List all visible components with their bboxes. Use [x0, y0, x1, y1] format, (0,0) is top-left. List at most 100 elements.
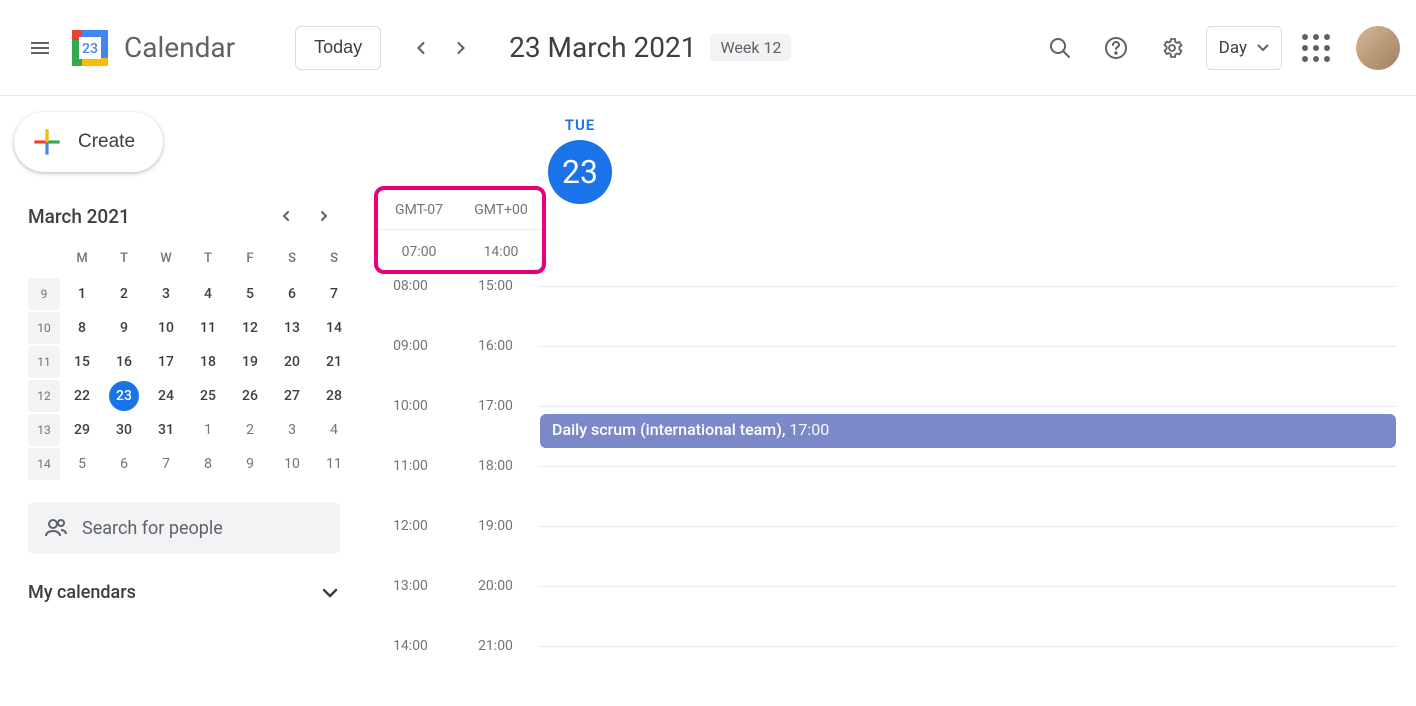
plus-icon	[28, 123, 66, 161]
mini-cal-dow: M	[62, 244, 102, 272]
mini-cal-day[interactable]: 27	[272, 380, 312, 412]
day-of-week: TUE	[548, 116, 612, 134]
header: 23 Calendar Today 23 March 2021 Week 12 …	[0, 0, 1416, 96]
hour-row[interactable]	[538, 646, 1396, 706]
tz1-label: GMT-07	[378, 190, 460, 229]
mini-cal-day[interactable]: 19	[230, 346, 270, 378]
mini-cal-day[interactable]: 18	[188, 346, 228, 378]
day-header[interactable]: TUE 23	[548, 116, 612, 204]
view-label: Day	[1219, 38, 1247, 58]
tz2-hour: 20:00	[453, 578, 538, 594]
mini-cal-day[interactable]: 5	[230, 278, 270, 310]
week-number: 14	[28, 448, 60, 480]
today-button[interactable]: Today	[295, 26, 381, 70]
mini-cal-day[interactable]: 11	[188, 312, 228, 344]
search-button[interactable]	[1038, 26, 1082, 70]
mini-cal-day[interactable]: 11	[314, 448, 354, 480]
mini-cal-day[interactable]: 2	[230, 414, 270, 446]
tz1-hour: 08:00	[368, 278, 453, 294]
mini-cal-title: March 2021	[28, 205, 130, 228]
mini-cal-day[interactable]: 26	[230, 380, 270, 412]
hour-row[interactable]	[538, 286, 1396, 346]
my-calendars-label: My calendars	[28, 582, 136, 603]
mini-cal-day[interactable]: 21	[314, 346, 354, 378]
apps-button[interactable]	[1294, 26, 1338, 70]
main: Create March 2021 MTWTFSS912345671089101…	[0, 96, 1416, 700]
create-button[interactable]: Create	[14, 112, 163, 172]
hour-row[interactable]	[538, 526, 1396, 586]
svg-text:23: 23	[82, 41, 98, 57]
hour-row[interactable]	[538, 346, 1396, 406]
view-selector[interactable]: Day	[1206, 26, 1282, 70]
tz2-hour: 21:00	[453, 638, 538, 654]
mini-cal-prev[interactable]	[270, 200, 302, 232]
header-right: Day	[1038, 26, 1400, 70]
tz2-hour: 18:00	[453, 458, 538, 474]
mini-cal-day[interactable]: 12	[230, 312, 270, 344]
search-people-input[interactable]: Search for people	[28, 502, 340, 554]
settings-button[interactable]	[1150, 26, 1194, 70]
mini-cal-day[interactable]: 8	[188, 448, 228, 480]
mini-cal-day[interactable]: 1	[188, 414, 228, 446]
mini-cal-next[interactable]	[308, 200, 340, 232]
tz1-hour: 12:00	[368, 518, 453, 534]
mini-cal-day[interactable]: 3	[146, 278, 186, 310]
mini-cal-day[interactable]: 17	[146, 346, 186, 378]
date-title: 23 March 2021	[509, 31, 696, 64]
mini-calendar: March 2021 MTWTFSS9123456710891011121314…	[12, 200, 356, 480]
main-menu-button[interactable]	[16, 24, 64, 72]
mini-cal-day[interactable]: 9	[104, 312, 144, 344]
mini-cal-day[interactable]: 20	[272, 346, 312, 378]
mini-cal-day[interactable]: 30	[104, 414, 144, 446]
mini-cal-day[interactable]: 4	[314, 414, 354, 446]
mini-cal-day[interactable]: 10	[272, 448, 312, 480]
mini-cal-day[interactable]: 9	[230, 448, 270, 480]
week-number: 9	[28, 278, 60, 310]
mini-cal-day[interactable]: 23	[104, 380, 144, 412]
tz2-hour: 15:00	[453, 278, 538, 294]
chevron-right-icon	[451, 38, 471, 58]
mini-cal-day[interactable]: 8	[62, 312, 102, 344]
mini-cal-day[interactable]: 29	[62, 414, 102, 446]
mini-cal-day[interactable]: 13	[272, 312, 312, 344]
mini-cal-day[interactable]: 16	[104, 346, 144, 378]
mini-cal-day[interactable]: 25	[188, 380, 228, 412]
calendar-event[interactable]: Daily scrum (international team), 17:00	[540, 414, 1396, 448]
prev-day-button[interactable]	[401, 28, 441, 68]
people-icon	[44, 516, 68, 540]
week-number: 12	[28, 380, 60, 412]
search-people-placeholder: Search for people	[82, 518, 223, 539]
mini-cal-day[interactable]: 14	[314, 312, 354, 344]
gear-icon	[1160, 36, 1184, 60]
mini-cal-day[interactable]: 2	[104, 278, 144, 310]
mini-cal-day[interactable]: 6	[104, 448, 144, 480]
hour-row[interactable]	[538, 586, 1396, 646]
mini-cal-day[interactable]: 15	[62, 346, 102, 378]
mini-cal-day[interactable]: 7	[314, 278, 354, 310]
menu-icon	[28, 36, 52, 60]
timezone-highlight-box: GMT-07 GMT+00 07:00 14:00	[374, 186, 546, 274]
tz1-hour: 13:00	[368, 578, 453, 594]
mini-cal-day[interactable]: 1	[62, 278, 102, 310]
mini-cal-day[interactable]: 6	[272, 278, 312, 310]
mini-cal-day[interactable]: 24	[146, 380, 186, 412]
next-day-button[interactable]	[441, 28, 481, 68]
tz1-first-hour: 07:00	[378, 230, 460, 274]
mini-cal-day[interactable]: 4	[188, 278, 228, 310]
mini-cal-day[interactable]: 31	[146, 414, 186, 446]
help-button[interactable]	[1094, 26, 1138, 70]
mini-cal-day[interactable]: 3	[272, 414, 312, 446]
hour-row[interactable]	[538, 466, 1396, 526]
my-calendars-toggle[interactable]: My calendars	[28, 582, 340, 603]
mini-cal-grid: MTWTFSS912345671089101112131411151617181…	[28, 244, 340, 480]
tz2-label: GMT+00	[460, 190, 542, 229]
tz1-hour: 10:00	[368, 398, 453, 414]
mini-cal-day[interactable]: 7	[146, 448, 186, 480]
mini-cal-day[interactable]: 22	[62, 380, 102, 412]
mini-cal-day[interactable]: 10	[146, 312, 186, 344]
mini-cal-day[interactable]: 28	[314, 380, 354, 412]
avatar[interactable]	[1356, 26, 1400, 70]
chevron-down-icon	[320, 586, 340, 600]
mini-cal-day[interactable]: 5	[62, 448, 102, 480]
tz2-first-hour: 14:00	[460, 230, 542, 274]
